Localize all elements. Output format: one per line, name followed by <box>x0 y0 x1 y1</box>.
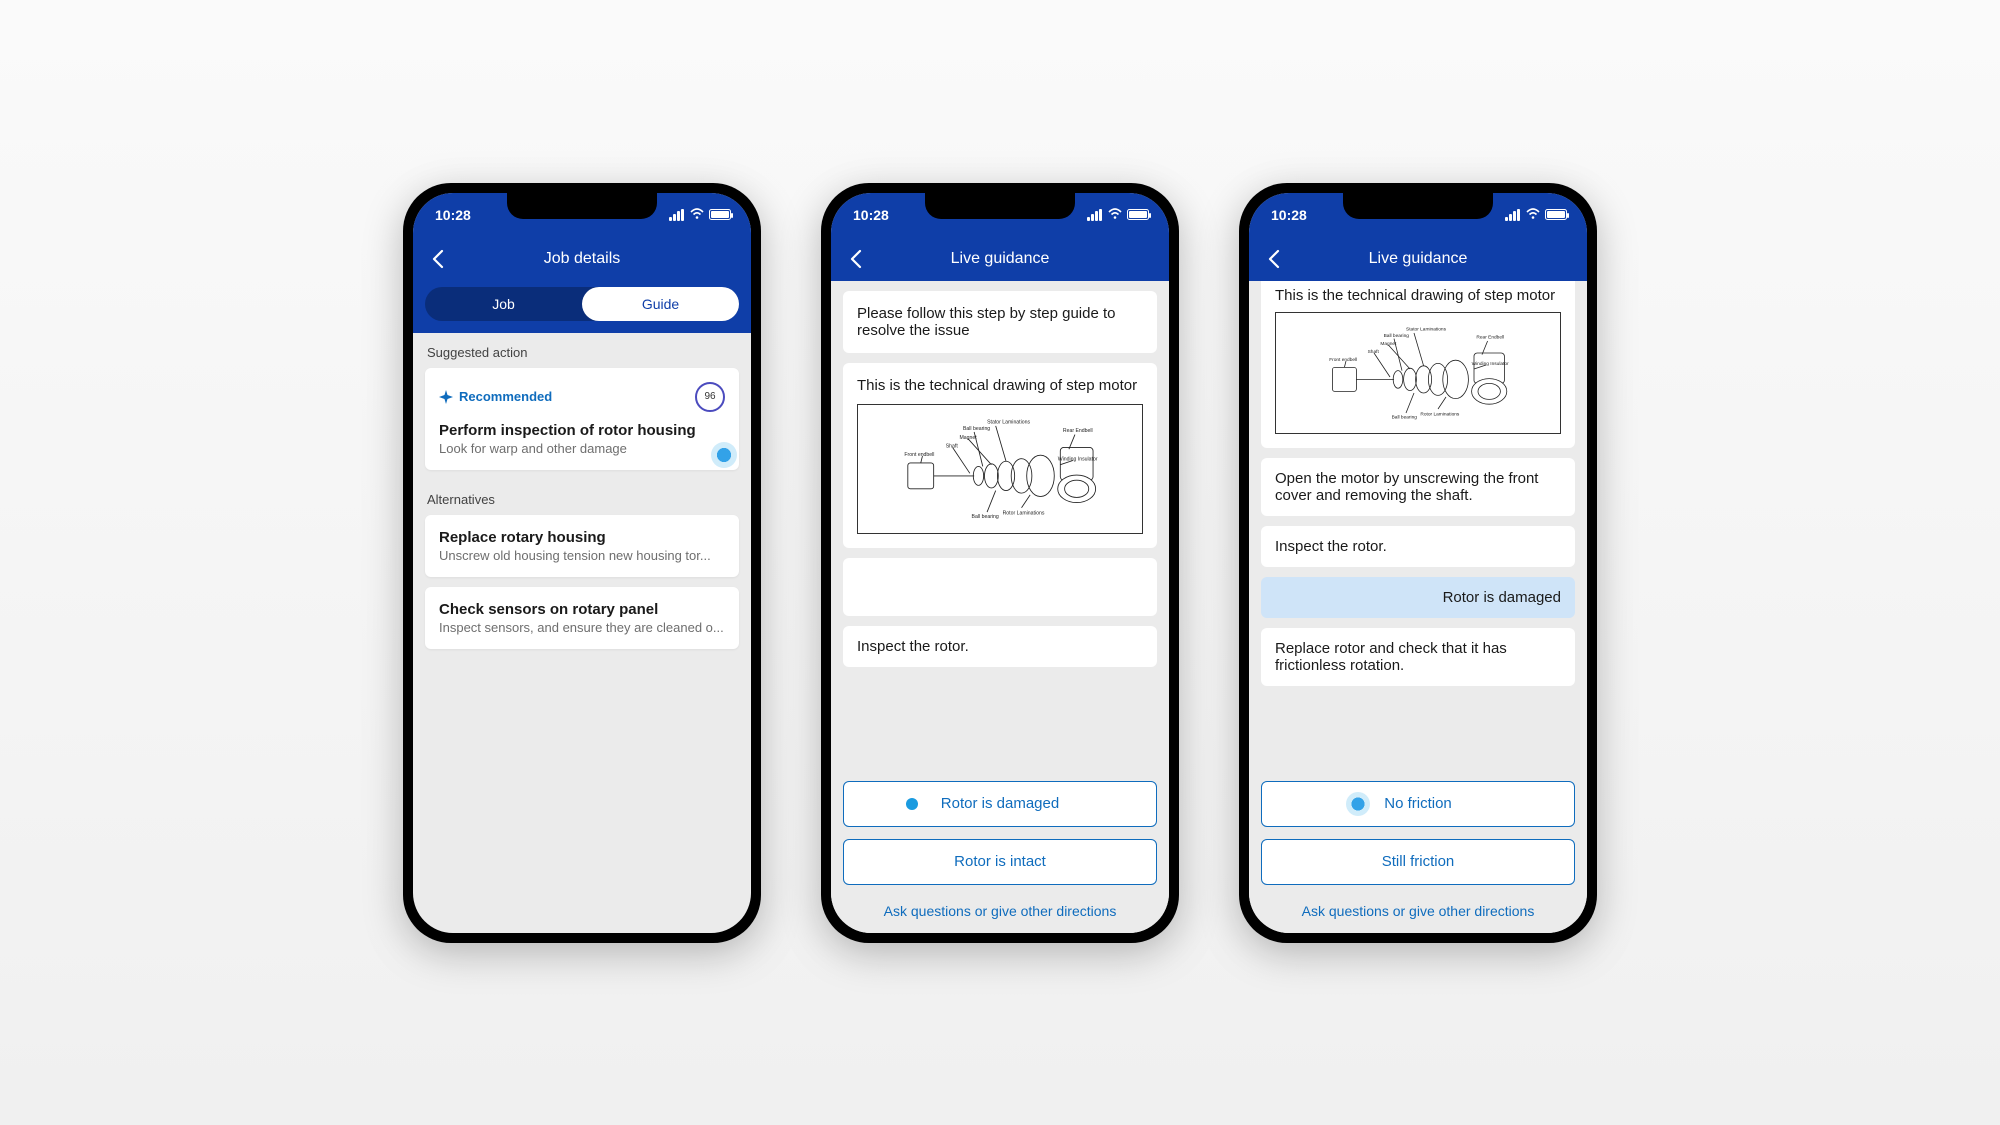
guidance-intro-text: Please follow this step by step guide to… <box>857 305 1116 339</box>
page-title: Job details <box>413 250 751 268</box>
replace-rotor-card: Replace rotor and check that it has fric… <box>1261 628 1575 686</box>
signal-icon <box>1505 209 1521 221</box>
battery-icon <box>1127 209 1149 220</box>
status-time: 10:28 <box>853 207 889 223</box>
open-motor-card: Open the motor by unscrewing the front c… <box>1261 458 1575 516</box>
nav-bar: Job details <box>413 237 751 281</box>
option-buttons: No friction Still friction <box>1249 771 1587 897</box>
tab-guide[interactable]: Guide <box>582 287 739 321</box>
phone-1: 10:28 Job details Job Guide Suggested ac… <box>403 183 761 943</box>
confidence-score: 96 <box>695 382 725 412</box>
option-rotor-damaged[interactable]: Rotor is damaged <box>843 781 1157 827</box>
page-title: Live guidance <box>1249 250 1587 268</box>
option-no-friction[interactable]: No friction <box>1261 781 1575 827</box>
bullet-icon <box>906 798 918 810</box>
wifi-icon <box>690 207 704 223</box>
page-title: Live guidance <box>831 250 1169 268</box>
signal-icon <box>1087 209 1103 221</box>
suggested-action-label: Suggested action <box>413 333 751 368</box>
alt1-subtitle: Unscrew old housing tension new housing … <box>439 548 725 563</box>
inspect-text: Inspect the rotor. <box>857 638 969 655</box>
notch <box>1343 193 1493 219</box>
inspect-text: Inspect the rotor. <box>1275 538 1387 555</box>
option-rotor-intact[interactable]: Rotor is intact <box>843 839 1157 885</box>
nav-bar: Live guidance <box>831 237 1169 281</box>
option-no-friction-label: No friction <box>1384 795 1452 812</box>
drawing-text: This is the technical drawing of step mo… <box>1275 287 1555 304</box>
user-reply-damaged: Rotor is damaged <box>1261 577 1575 618</box>
option-buttons: Rotor is damaged Rotor is intact <box>831 771 1169 897</box>
status-time: 10:28 <box>435 207 471 223</box>
option-still-friction-label: Still friction <box>1382 853 1455 870</box>
option-intact-label: Rotor is intact <box>954 853 1046 870</box>
technical-drawing <box>857 404 1143 534</box>
tap-indicator-icon <box>1346 792 1370 816</box>
option-damaged-label: Rotor is damaged <box>941 795 1059 812</box>
notch <box>925 193 1075 219</box>
alt1-title: Replace rotary housing <box>439 529 725 546</box>
nav-bar: Live guidance <box>1249 237 1587 281</box>
alternatives-label: Alternatives <box>413 480 751 515</box>
segmented-control: Job Guide <box>425 287 739 321</box>
tab-job[interactable]: Job <box>425 287 582 321</box>
drawing-card: This is the technical drawing of step mo… <box>1261 281 1575 448</box>
back-button[interactable] <box>1263 247 1287 271</box>
battery-icon <box>709 209 731 220</box>
recommended-card[interactable]: Recommended 96 Perform inspection of rot… <box>425 368 739 470</box>
technical-drawing <box>1275 312 1561 434</box>
content-area: Suggested action Recommended 96 Perform … <box>413 333 751 933</box>
recommended-subtitle: Look for warp and other damage <box>439 441 725 456</box>
drawing-card: This is the technical drawing of step mo… <box>843 363 1157 548</box>
alternative-card-1[interactable]: Replace rotary housing Unscrew old housi… <box>425 515 739 577</box>
blank-card <box>843 558 1157 616</box>
battery-icon <box>1545 209 1567 220</box>
alternative-card-2[interactable]: Check sensors on rotary panel Inspect se… <box>425 587 739 649</box>
ask-questions-link[interactable]: Ask questions or give other directions <box>831 897 1169 933</box>
signal-icon <box>669 209 685 221</box>
alt2-title: Check sensors on rotary panel <box>439 601 725 618</box>
open-motor-text: Open the motor by unscrewing the front c… <box>1275 470 1538 504</box>
recommended-badge: Recommended <box>439 389 552 404</box>
notch <box>507 193 657 219</box>
guidance-intro-card: Please follow this step by step guide to… <box>843 291 1157 353</box>
alt2-subtitle: Inspect sensors, and ensure they are cle… <box>439 620 725 635</box>
tap-indicator-icon <box>711 442 737 468</box>
status-time: 10:28 <box>1271 207 1307 223</box>
inspect-card: Inspect the rotor. <box>843 626 1157 667</box>
drawing-text: This is the technical drawing of step mo… <box>857 377 1137 394</box>
recommended-label: Recommended <box>459 389 552 404</box>
ask-questions-link[interactable]: Ask questions or give other directions <box>1249 897 1587 933</box>
wifi-icon <box>1108 207 1122 223</box>
phone-3: 10:28 Live guidance This is the technica… <box>1239 183 1597 943</box>
back-button[interactable] <box>427 247 451 271</box>
sparkle-icon <box>439 390 453 404</box>
back-button[interactable] <box>845 247 869 271</box>
segmented-control-bar: Job Guide <box>413 281 751 333</box>
replace-rotor-text: Replace rotor and check that it has fric… <box>1275 640 1507 674</box>
phone-2: 10:28 Live guidance Please follow this s… <box>821 183 1179 943</box>
user-reply-text: Rotor is damaged <box>1443 589 1561 606</box>
inspect-card: Inspect the rotor. <box>1261 526 1575 567</box>
recommended-title: Perform inspection of rotor housing <box>439 422 725 439</box>
option-still-friction[interactable]: Still friction <box>1261 839 1575 885</box>
wifi-icon <box>1526 207 1540 223</box>
